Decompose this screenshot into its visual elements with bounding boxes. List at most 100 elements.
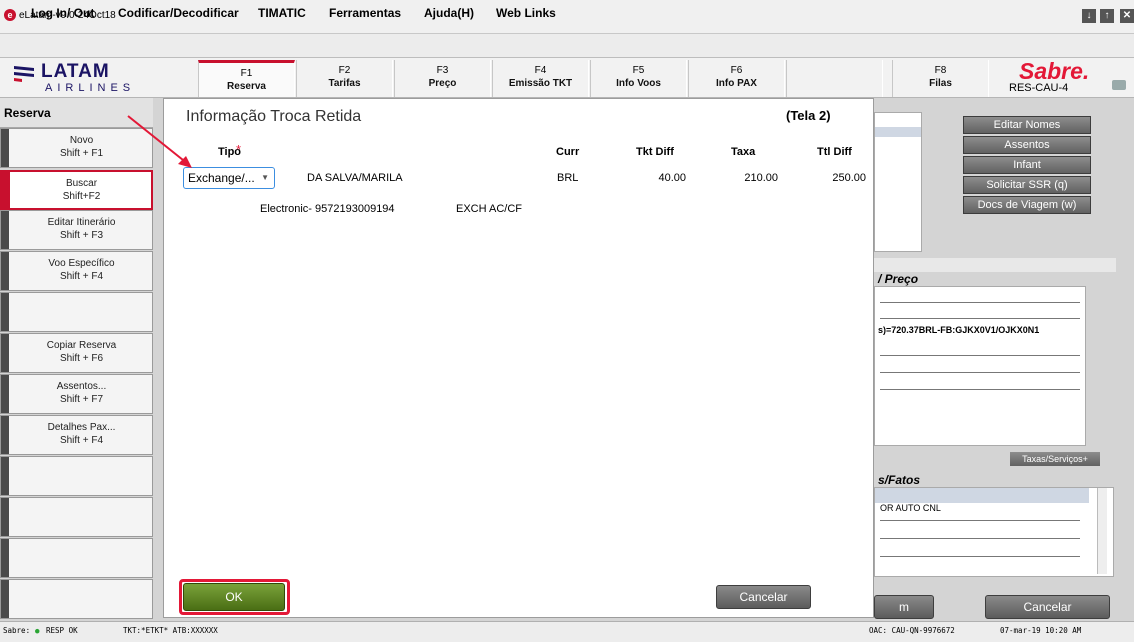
column-header-curr: Curr bbox=[556, 146, 580, 158]
fkey-f8-filas[interactable]: F8 Filas bbox=[892, 60, 989, 97]
menu-web-links[interactable]: Web Links bbox=[496, 6, 556, 20]
status-tkt: TKT:*ETKT* ATB:XXXXXX bbox=[123, 626, 218, 635]
right-cancel-button[interactable]: Cancelar bbox=[985, 595, 1110, 619]
bottom-left-button[interactable]: m bbox=[874, 595, 934, 619]
divider bbox=[880, 302, 1080, 303]
restore-icon[interactable]: ↑ bbox=[1100, 9, 1114, 23]
sidebar-item-detalhes-pax[interactable]: Detalhes Pax... Shift + F4 bbox=[0, 415, 153, 455]
sidebar-item-copiar-reserva[interactable]: Copiar Reserva Shift + F6 bbox=[0, 333, 153, 373]
fkey-label: Preço bbox=[428, 78, 457, 89]
fkey-f4-emissao[interactable]: F4 Emissão TKT bbox=[492, 60, 589, 97]
preco-title: / Preço bbox=[878, 272, 919, 286]
currency-value: BRL bbox=[557, 172, 579, 184]
sidebar-tab bbox=[1, 416, 9, 454]
sidebar-item-buscar[interactable]: Buscar Shift+F2 bbox=[0, 170, 153, 210]
docs-de-viagem-button[interactable]: Docs de Viagem (w) bbox=[963, 196, 1091, 214]
fkey-label: Emissão TKT bbox=[508, 78, 573, 89]
sabre-logo-text: Sabre. bbox=[1019, 58, 1090, 84]
sidebar-item-label: Voo Específico bbox=[48, 258, 115, 269]
column-header-taxa: Taxa bbox=[731, 146, 756, 158]
sidebar-item-text bbox=[11, 462, 152, 475]
preco-box bbox=[874, 286, 1086, 446]
sidebar-item-text: Buscar Shift+F2 bbox=[12, 177, 151, 203]
fare-line: s)=720.37BRL-FB:GJKX0V1/OJKX0N1 bbox=[878, 325, 1040, 335]
fkey-key: F2 bbox=[338, 65, 351, 76]
fkey-f6-info-pax[interactable]: F6 Info PAX bbox=[688, 60, 785, 97]
latam-logo: LATAM AIRLINES bbox=[14, 62, 164, 96]
sidebar-tab bbox=[1, 211, 9, 249]
fkey-f3-preco[interactable]: F3 Preço bbox=[394, 60, 491, 97]
sidebar-item-text bbox=[11, 544, 152, 557]
sidebar-tab bbox=[1, 580, 9, 618]
itinerary-box bbox=[874, 112, 922, 252]
fkey-f1-reserva[interactable]: F1 Reserva bbox=[198, 60, 295, 97]
sidebar-item-label: Detalhes Pax... bbox=[47, 422, 116, 433]
fkey-label: Reserva bbox=[227, 81, 266, 92]
column-header-tkt-diff: Tkt Diff bbox=[636, 146, 674, 158]
required-marker: * bbox=[236, 142, 242, 157]
divider bbox=[880, 520, 1080, 521]
minimize-icon[interactable]: ↓ bbox=[1082, 9, 1096, 23]
sidebar-item-text: Assentos... Shift + F7 bbox=[11, 380, 152, 406]
fkey-f2-tarifas[interactable]: F2 Tarifas bbox=[296, 60, 393, 97]
fkey-empty[interactable] bbox=[786, 60, 883, 97]
column-header-ttl-diff: Ttl Diff bbox=[817, 146, 852, 158]
sidebar-item-label: Editar Itinerário bbox=[47, 217, 116, 228]
sidebar-item-editar-itinerario[interactable]: Editar Itinerário Shift + F3 bbox=[0, 210, 153, 250]
printer-icon[interactable] bbox=[1112, 80, 1126, 90]
sidebar-item-shortcut: Shift + F1 bbox=[59, 148, 104, 159]
sidebar-item-label: Novo bbox=[69, 135, 94, 146]
sidebar-item-empty[interactable] bbox=[0, 497, 153, 537]
menu-codificar[interactable]: Codificar/Decodificar bbox=[118, 6, 239, 20]
ttl-diff-value: 250.00 bbox=[832, 172, 866, 184]
divider bbox=[880, 538, 1080, 539]
editar-nomes-button[interactable]: Editar Nomes bbox=[963, 116, 1091, 134]
sidebar-item-shortcut: Shift + F4 bbox=[59, 435, 104, 446]
assentos-button[interactable]: Assentos bbox=[963, 136, 1091, 154]
sidebar-item-empty[interactable] bbox=[0, 456, 153, 496]
ok-button[interactable]: OK bbox=[183, 583, 285, 611]
menu-login[interactable]: Log In/ Out bbox=[31, 6, 94, 20]
menu-timatic[interactable]: TIMATIC bbox=[258, 6, 306, 20]
solicitar-ssr-button[interactable]: Solicitar SSR (q) bbox=[963, 176, 1091, 194]
passenger-name: DA SALVA/MARILA bbox=[307, 172, 403, 184]
itinerary-box-header bbox=[875, 127, 921, 137]
sidebar-item-text bbox=[11, 298, 152, 311]
sidebar-item-empty[interactable] bbox=[0, 579, 153, 619]
sidebar-item-empty[interactable] bbox=[0, 292, 153, 332]
sidebar-item-shortcut: Shift + F6 bbox=[59, 353, 104, 364]
sidebar-tab bbox=[1, 539, 9, 577]
sidebar-item-text bbox=[11, 503, 152, 516]
infant-button[interactable]: Infant bbox=[963, 156, 1091, 174]
sidebar-item-assentos[interactable]: Assentos... Shift + F7 bbox=[0, 374, 153, 414]
menu-ajuda[interactable]: Ajuda(H) bbox=[424, 6, 474, 20]
menu-ferramentas[interactable]: Ferramentas bbox=[329, 6, 401, 20]
sidebar-item-empty[interactable] bbox=[0, 538, 153, 578]
sidebar-item-text: Voo Específico Shift + F4 bbox=[11, 257, 152, 283]
sidebar-item-voo-especifico[interactable]: Voo Específico Shift + F4 bbox=[0, 251, 153, 291]
close-icon[interactable]: ✕ bbox=[1120, 9, 1134, 23]
ticket-number: Electronic- 9572193009194 bbox=[260, 203, 395, 215]
taxas-servicos-button[interactable]: Taxas/Serviços+ bbox=[1010, 452, 1100, 466]
status-datetime: 07-mar-19 10:20 AM bbox=[1000, 626, 1082, 635]
menu-bar bbox=[0, 34, 1134, 58]
sidebar-item-text bbox=[11, 585, 152, 598]
status-sabre: Sabre: bbox=[3, 626, 31, 635]
sidebar-tab bbox=[2, 172, 10, 208]
fatos-selected-row bbox=[875, 488, 1089, 503]
sidebar-tab bbox=[1, 334, 9, 372]
fatos-title: s/Fatos bbox=[878, 473, 921, 487]
sidebar-tab bbox=[1, 129, 9, 167]
annotation-arrow-icon bbox=[127, 115, 192, 168]
tipo-select-value: Exchange/... bbox=[188, 171, 255, 185]
fatos-scrollbar[interactable] bbox=[1097, 488, 1107, 574]
divider bbox=[880, 372, 1080, 373]
fkey-key: F8 bbox=[934, 65, 947, 76]
fkey-key: F5 bbox=[632, 65, 645, 76]
fkey-key: F1 bbox=[240, 68, 253, 79]
chevron-down-icon: ▼ bbox=[261, 173, 269, 182]
fkey-f5-info-voos[interactable]: F5 Info Voos bbox=[590, 60, 687, 97]
cancel-button[interactable]: Cancelar bbox=[716, 585, 811, 609]
fkey-key: F6 bbox=[730, 65, 743, 76]
divider bbox=[880, 355, 1080, 356]
